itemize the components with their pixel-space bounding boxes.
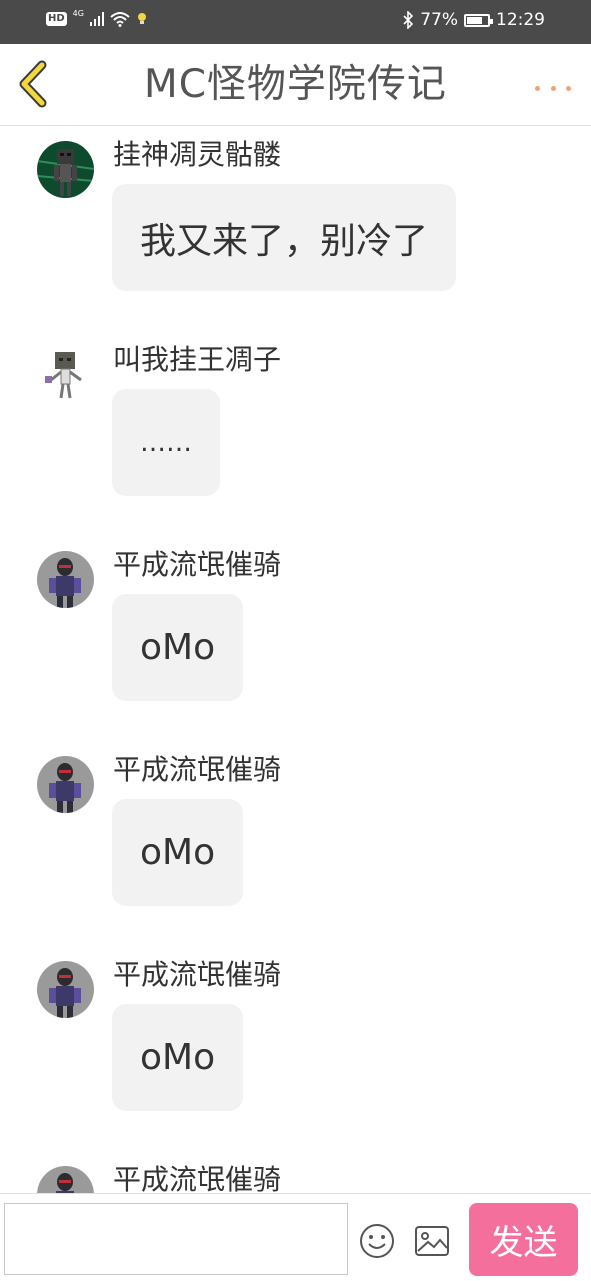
signal-icon: [89, 12, 104, 26]
more-dot-icon: [535, 85, 540, 91]
battery-icon: [464, 13, 493, 27]
rider-avatar[interactable]: [37, 551, 94, 608]
chevron-left-icon: [19, 60, 47, 108]
skeleton-avatar[interactable]: [37, 346, 94, 403]
wither-skeleton-avatar[interactable]: [37, 141, 94, 198]
message-bubble[interactable]: oMo: [112, 799, 244, 906]
status-left: HD 4G: [46, 8, 148, 27]
network-type: 4G: [72, 8, 84, 18]
clock: 12:29: [496, 10, 545, 30]
sender-name: 平成流氓催骑: [113, 1163, 282, 1193]
more-dot-icon: [566, 85, 571, 91]
chat-header: MC怪物学院传记: [0, 44, 591, 126]
back-button[interactable]: [14, 60, 58, 108]
sender-name: 平成流氓催骑: [113, 548, 282, 581]
battery-percent: 77%: [420, 10, 458, 30]
page-title: MC怪物学院传记: [144, 62, 447, 107]
message-bubble[interactable]: oMo: [112, 1004, 244, 1111]
sender-name: 平成流氓催骑: [113, 958, 282, 991]
message-bubble[interactable]: ……: [112, 389, 220, 496]
message-bubble[interactable]: oMo: [112, 594, 244, 701]
rider-avatar[interactable]: [37, 1166, 94, 1193]
message-input[interactable]: [4, 1203, 348, 1275]
status-bar: HD 4G 77% 12:29: [0, 0, 591, 44]
sender-name: 平成流氓催骑: [113, 753, 282, 786]
emoji-button[interactable]: [359, 1223, 395, 1259]
image-icon: [415, 1226, 449, 1256]
more-dot-icon: [550, 85, 556, 91]
more-button[interactable]: [535, 82, 571, 94]
rider-avatar[interactable]: [37, 961, 94, 1018]
wifi-icon: [110, 12, 130, 27]
hd-badge: HD: [46, 12, 67, 26]
status-right: 77% 12:29: [402, 10, 545, 30]
sender-name: 叫我挂王凋子: [113, 343, 282, 376]
sender-name: 挂神凋灵骷髅: [113, 138, 282, 171]
notification-bulb-icon: [137, 13, 146, 24]
message-bubble[interactable]: 我又来了，别冷了: [112, 184, 457, 291]
smiley-icon: [360, 1224, 394, 1258]
message-list[interactable]: 挂神凋灵骷髅 我又来了，别冷了 叫我挂王凋子 …… 平成流氓催骑 oMo 平成流…: [0, 126, 591, 1193]
battery-fill: [467, 16, 482, 24]
input-bar: 发送: [0, 1193, 591, 1281]
rider-avatar[interactable]: [37, 756, 94, 813]
bluetooth-icon: [403, 11, 414, 29]
image-button[interactable]: [414, 1225, 450, 1257]
send-button[interactable]: 发送: [469, 1203, 578, 1276]
